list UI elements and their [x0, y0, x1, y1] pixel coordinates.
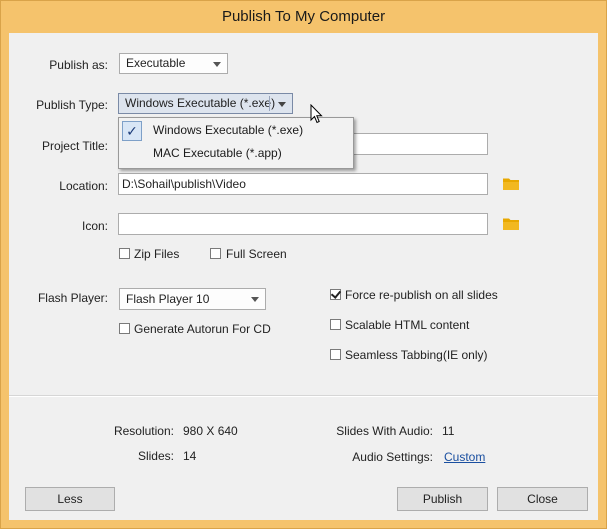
force-republish-checkbox[interactable] [330, 289, 341, 300]
seamless-tabbing-checkbox[interactable] [330, 349, 341, 360]
icon-input[interactable] [118, 213, 488, 235]
publish-as-value: Executable [126, 56, 186, 70]
slides-value: 14 [183, 449, 197, 463]
chevron-down-icon [278, 102, 286, 107]
publish-type-value: Windows Executable (*.exe) [125, 96, 276, 110]
less-button[interactable]: Less [25, 487, 115, 511]
chevron-down-icon [213, 62, 221, 67]
checkmark-icon: ✓ [122, 121, 142, 141]
resolution-value: 980 X 640 [183, 424, 238, 438]
mouse-pointer-icon [310, 104, 323, 124]
section-divider [9, 395, 598, 397]
publish-type-select[interactable]: Windows Executable (*.exe) [118, 93, 293, 114]
project-title-label: Project Title: [41, 139, 108, 153]
dialog-window: Publish To My Computer Publish as: Execu… [0, 0, 607, 529]
audio-settings-label: Audio Settings: [352, 450, 433, 464]
publish-type-label: Publish Type: [36, 98, 108, 112]
generate-autorun-label: Generate Autorun For CD [134, 322, 271, 336]
location-label: Location: [59, 179, 108, 193]
chevron-down-icon [251, 297, 259, 302]
publish-type-dropdown: ✓ Windows Executable (*.exe) MAC Executa… [118, 117, 354, 169]
full-screen-checkbox[interactable] [210, 248, 221, 259]
folder-icon[interactable] [503, 177, 519, 190]
zip-files-label: Zip Files [134, 247, 180, 261]
publish-as-select[interactable]: Executable [119, 53, 228, 74]
icon-label: Icon: [81, 219, 108, 233]
dropdown-option-label: Windows Executable (*.exe) [153, 123, 304, 137]
seamless-tabbing-label: Seamless Tabbing(IE only) [345, 348, 488, 362]
scalable-html-checkbox[interactable] [330, 319, 341, 330]
publish-button[interactable]: Publish [397, 487, 488, 511]
audio-settings-link[interactable]: Custom [444, 450, 485, 464]
generate-autorun-checkbox[interactable] [119, 323, 130, 334]
folder-icon[interactable] [503, 217, 519, 230]
location-input[interactable]: D:\Sohail\publish\Video [118, 173, 488, 195]
dialog-client: Publish as: Executable Publish Type: Win… [9, 33, 598, 520]
close-button[interactable]: Close [497, 487, 588, 511]
combo-separator [269, 96, 270, 111]
zip-files-checkbox[interactable] [119, 248, 130, 259]
slides-with-audio-label: Slides With Audio: [336, 424, 433, 438]
slides-label: Slides: [137, 449, 174, 463]
flash-player-select[interactable]: Flash Player 10 [119, 288, 266, 310]
flash-player-value: Flash Player 10 [126, 292, 210, 306]
flash-player-label: Flash Player: [37, 291, 108, 305]
resolution-label: Resolution: [113, 424, 174, 438]
publish-as-label: Publish as: [49, 58, 108, 72]
dropdown-option-mac[interactable]: MAC Executable (*.app) [120, 142, 350, 164]
full-screen-label: Full Screen [226, 247, 287, 261]
slides-with-audio-value: 11 [442, 424, 455, 438]
scalable-html-label: Scalable HTML content [345, 318, 470, 332]
dropdown-option-label: MAC Executable (*.app) [153, 146, 282, 160]
force-republish-label: Force re-publish on all slides [345, 288, 498, 302]
window-title: Publish To My Computer [1, 1, 606, 33]
